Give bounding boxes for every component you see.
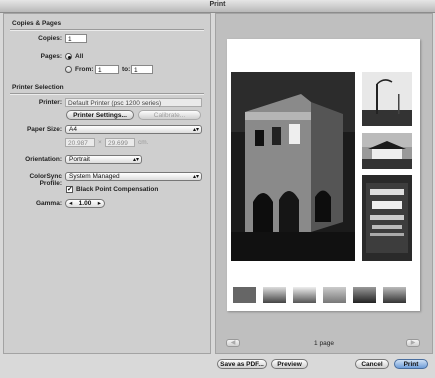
orientation-label: Orientation: bbox=[25, 156, 62, 163]
lamppost-photo bbox=[362, 72, 412, 126]
paper-size-value: A4 bbox=[69, 126, 77, 133]
times-symbol: × bbox=[98, 139, 102, 146]
colorsync-popup[interactable]: System Managed ▴▾ bbox=[65, 172, 202, 181]
print-dialog: Print Copies & Pages Copies: 1 Pages: Al… bbox=[0, 0, 435, 378]
popup-arrows-icon: ▴▾ bbox=[192, 127, 199, 133]
orientation-popup[interactable]: Portrait ▴▾ bbox=[65, 155, 142, 164]
thumbnail-6 bbox=[383, 287, 406, 303]
section-title-copies-pages: Copies & Pages bbox=[12, 20, 62, 27]
colorsync-label: ColorSync Profile: bbox=[29, 173, 62, 187]
paper-size-label: Paper Size: bbox=[26, 126, 62, 133]
pages-label: Pages: bbox=[40, 53, 62, 60]
pages-all-label: All bbox=[75, 53, 84, 60]
to-page-field[interactable]: 1 bbox=[131, 65, 153, 74]
page-count: 1 page bbox=[314, 340, 334, 347]
pages-from-label: From: bbox=[75, 66, 94, 73]
building-image bbox=[231, 72, 355, 261]
window-title: Print bbox=[209, 1, 226, 8]
calibrate-button[interactable]: Calibrate... bbox=[138, 110, 201, 120]
section-divider bbox=[10, 93, 204, 95]
printer-label: Printer: bbox=[38, 99, 62, 106]
thumbnail-3 bbox=[293, 287, 316, 303]
main-building-photo bbox=[231, 72, 355, 261]
paper-size-popup[interactable]: A4 ▴▾ bbox=[65, 125, 202, 134]
printer-settings-button[interactable]: Printer Settings... bbox=[66, 110, 134, 120]
footer: Save as PDF... Preview Cancel Print bbox=[0, 353, 435, 378]
black-point-checkbox[interactable]: ✓ bbox=[66, 186, 73, 193]
pages-all-radio[interactable] bbox=[65, 53, 72, 60]
paper-width-field: 20.987 bbox=[65, 138, 95, 147]
title-bar[interactable]: Print bbox=[0, 0, 435, 13]
graffiti-photo bbox=[362, 175, 412, 261]
from-page-field[interactable]: 1 bbox=[95, 65, 119, 74]
gamma-label: Gamma: bbox=[35, 200, 62, 207]
stepper-right-arrow-icon[interactable]: ▸ bbox=[98, 200, 101, 208]
print-button[interactable]: Print bbox=[394, 359, 428, 369]
shelter-photo bbox=[362, 133, 412, 169]
next-page-button[interactable]: ▶ bbox=[406, 339, 420, 347]
copies-field[interactable]: 1 bbox=[65, 34, 87, 43]
thumbnail-4 bbox=[323, 287, 346, 303]
to-label: to: bbox=[122, 66, 131, 73]
popup-arrows-icon: ▴▾ bbox=[132, 157, 139, 163]
page-preview bbox=[227, 39, 420, 311]
thumbnail-5 bbox=[353, 287, 376, 303]
preview-panel: ◀ 1 page ▶ bbox=[215, 13, 433, 354]
section-title-printer-selection: Printer Selection bbox=[12, 84, 64, 91]
save-as-pdf-button[interactable]: Save as PDF... bbox=[217, 359, 267, 369]
paper-unit-label: cm. bbox=[138, 139, 149, 146]
pages-from-radio[interactable] bbox=[65, 66, 72, 73]
copies-label: Copies: bbox=[38, 35, 62, 42]
black-point-label: Black Point Compensation bbox=[76, 186, 159, 193]
cancel-button[interactable]: Cancel bbox=[355, 359, 389, 369]
thumbnail-2 bbox=[263, 287, 286, 303]
printer-name-field: Default Printer (psc 1200 series) bbox=[65, 98, 202, 107]
popup-arrows-icon: ▴▾ bbox=[192, 174, 199, 180]
paper-height-field: 29.699 bbox=[105, 138, 135, 147]
thumbnail-1 bbox=[233, 287, 256, 303]
gamma-stepper[interactable]: ◂ 1.00 ▸ bbox=[65, 199, 105, 208]
orientation-value: Portrait bbox=[69, 156, 90, 163]
section-divider bbox=[10, 29, 204, 31]
settings-panel: Copies & Pages Copies: 1 Pages: All From… bbox=[3, 13, 211, 354]
colorsync-value: System Managed bbox=[69, 173, 120, 180]
preview-button[interactable]: Preview bbox=[271, 359, 308, 369]
